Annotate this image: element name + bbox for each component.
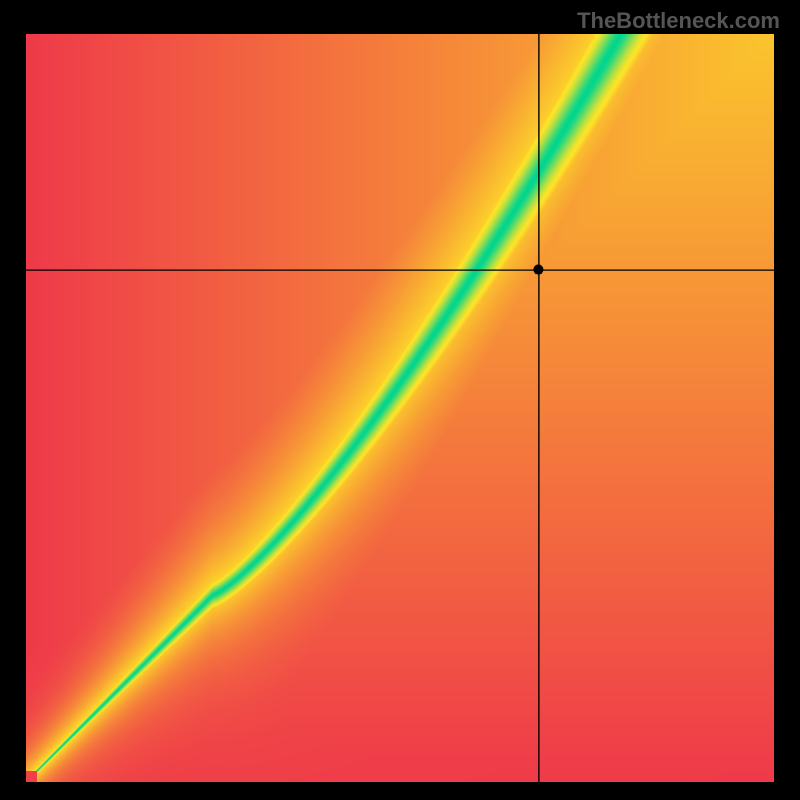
figure-container: TheBottleneck.com bbox=[0, 0, 800, 800]
watermark-text: TheBottleneck.com bbox=[577, 8, 780, 34]
bottleneck-heatmap bbox=[26, 34, 774, 782]
plot-area bbox=[26, 34, 774, 782]
